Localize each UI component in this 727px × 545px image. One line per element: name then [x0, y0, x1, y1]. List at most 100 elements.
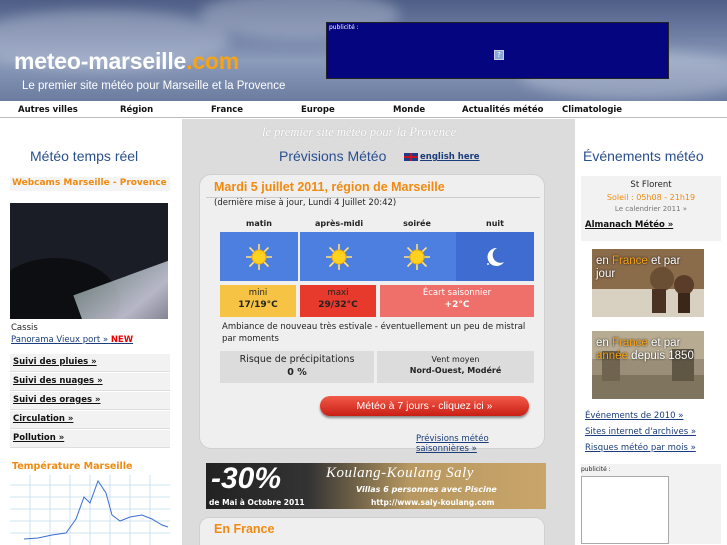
nav-item-europe[interactable]: Europe [301, 105, 335, 115]
sun-icon [326, 244, 352, 270]
promo1-text: en France et par jour [596, 255, 680, 281]
period-morning: matin [246, 219, 272, 228]
weather-cell-morning[interactable] [220, 232, 298, 281]
period-afternoon: après-midi [314, 219, 364, 228]
temp-max-box: maxi 29/32°C [300, 285, 376, 317]
precip-risk-box: Risque de précipitations 0 % [220, 351, 374, 383]
site-tagline: Le premier site météo pour Marseille et … [22, 80, 286, 92]
nav-item-actualites[interactable]: Actualités météo [462, 105, 543, 115]
nav-item-monde[interactable]: Monde [393, 105, 425, 115]
precip-risk-label: Risque de précipitations [239, 354, 355, 365]
realtime-title: Météo temps réel [30, 148, 139, 164]
banner-title: Koulang-Koulang Saly [326, 465, 474, 481]
center-column: le premier site météo pour la Provence P… [182, 119, 575, 545]
forecast-summary: Ambiance de nouveau très estivale - éven… [222, 322, 526, 344]
link-pollution[interactable]: Pollution » [10, 430, 170, 448]
seven-day-forecast-button[interactable]: Météo à 7 jours - cliquez ici » [320, 396, 529, 416]
france-section-title: En France [214, 522, 275, 536]
sun-icon [246, 244, 272, 270]
precip-risk-value: 0 % [287, 367, 307, 378]
left-column: Météo temps réel Webcams Marseille - Pro… [0, 119, 182, 545]
link-suivi-orages[interactable]: Suivi des orages » [10, 392, 170, 410]
weather-cell-afternoon[interactable] [300, 232, 378, 281]
site-logo[interactable]: meteo-marseille.com [14, 48, 239, 75]
main-nav: Autres villes Région France Europe Monde… [0, 101, 727, 118]
promo1-en: en [596, 255, 612, 267]
new-badge: NEW [110, 335, 134, 345]
calendar-link[interactable]: Le calendrier 2011 » [581, 205, 721, 213]
france-section: En France [199, 517, 545, 545]
webcam-title[interactable]: Webcams Marseille - Provence [10, 177, 170, 191]
seasonal-forecast-link[interactable]: Prévisions météo saisonnières » [416, 434, 544, 454]
right-ad[interactable]: publicité : [581, 464, 721, 544]
promo-france-par-jour[interactable]: en France et par jour [592, 249, 704, 317]
link-label: Suivi des orages » [13, 395, 101, 405]
weather-cell-evening[interactable] [378, 232, 456, 281]
promo2-en: en [596, 337, 612, 349]
temperature-chart-graphic [10, 475, 170, 545]
ephemeris-box: St Florent Soleil : 05h08 - 21h19 Le cal… [581, 176, 721, 241]
logo-tld: .com [186, 48, 240, 74]
panorama-link-text: Panorama Vieux port » [11, 335, 109, 345]
right-ad-label: publicité : [581, 466, 611, 473]
ad-label: publicité : [329, 24, 359, 31]
nav-item-autres-villes[interactable]: Autres villes [18, 105, 78, 115]
middle-tagline: le premier site météo pour la Provence [262, 125, 457, 139]
temp-min-label: mini [248, 288, 268, 298]
webcam-image[interactable] [10, 203, 168, 319]
promo-france-par-annee[interactable]: en France et par année depuis 1850 [592, 331, 704, 399]
temperature-chart[interactable] [10, 475, 170, 545]
forecast-update: (dernière mise à jour, Lundi 4 Juillet 2… [214, 198, 397, 208]
top-ad-banner[interactable]: publicité : ? [326, 22, 669, 79]
temperature-title: Température Marseille [12, 461, 133, 472]
link-risques-mois[interactable]: Risques météo par mois » [585, 443, 696, 453]
seasonal-gap-box: Écart saisonnier +2°C [380, 285, 534, 317]
promo2-depuis: depuis 1850 [627, 350, 694, 362]
promo1-france: France [612, 255, 648, 267]
period-evening: soirée [403, 219, 431, 228]
promo2-france: France [612, 337, 648, 349]
forecast-title: Mardi 5 juillet 2011, région de Marseill… [214, 180, 445, 194]
nav-item-region[interactable]: Région [120, 105, 153, 115]
right-ad-frame [581, 476, 669, 544]
nav-item-climatologie[interactable]: Climatologie [562, 105, 622, 115]
forecast-panel: Mardi 5 juillet 2011, région de Marseill… [199, 174, 545, 545]
banner-url: http://www.saly-koulang.com [371, 498, 495, 507]
logo-main: meteo-marseille [14, 48, 187, 74]
uk-flag-icon [404, 153, 418, 161]
events-title: Événements météo [583, 148, 704, 164]
right-column: Événements météo St Florent Soleil : 05h… [575, 119, 727, 545]
link-suivi-nuages[interactable]: Suivi des nuages » [10, 373, 170, 391]
weather-cell-night[interactable] [456, 232, 534, 281]
wind-label: Vent moyen [431, 355, 480, 364]
link-label: Suivi des pluies » [13, 357, 97, 367]
link-evenements-2010[interactable]: Événements de 2010 » [585, 411, 683, 421]
panorama-link[interactable]: Panorama Vieux port » NEW [11, 335, 133, 345]
saint-of-day: St Florent [630, 180, 672, 190]
banner-discount: -30% [211, 462, 282, 495]
webcam-caption: Cassis [11, 323, 38, 333]
seasonal-gap-value: +2°C [444, 300, 470, 310]
link-circulation[interactable]: Circulation » [10, 411, 170, 429]
wind-box: Vent moyen Nord-Ouest, Modéré [377, 351, 534, 545]
temp-min-box: mini 17/19°C [220, 285, 296, 317]
promo2-etpar: et par [647, 337, 681, 349]
site-header: meteo-marseille.com Le premier site mété… [0, 0, 727, 101]
sun-icon [404, 244, 430, 270]
broken-image-icon: ? [494, 50, 504, 60]
banner-subtitle: Villas 6 personnes avec Piscine [356, 485, 497, 494]
seasonal-gap-label: Écart saisonnier [422, 288, 492, 298]
ad-banner-koulang[interactable]: -30% Koulang-Koulang Saly Villas 6 perso… [206, 462, 546, 509]
almanach-link[interactable]: Almanach Météo » [585, 220, 673, 230]
promo2-text: en France et par année depuis 1850 [596, 337, 694, 363]
temp-max-label: maxi [327, 288, 349, 298]
temp-min-value: 17/19°C [238, 300, 278, 310]
link-suivi-pluies[interactable]: Suivi des pluies » [10, 354, 170, 372]
banner-dates: de Mai à Octobre 2011 [209, 498, 305, 507]
link-sites-archives[interactable]: Sites internet d'archives » [585, 427, 696, 437]
nav-item-france[interactable]: France [211, 105, 243, 115]
english-link[interactable]: english here [420, 152, 480, 162]
wind-value: Nord-Ouest, Modéré [409, 366, 502, 375]
promo1-jour: jour [596, 268, 616, 280]
link-label: Suivi des nuages » [13, 376, 103, 386]
